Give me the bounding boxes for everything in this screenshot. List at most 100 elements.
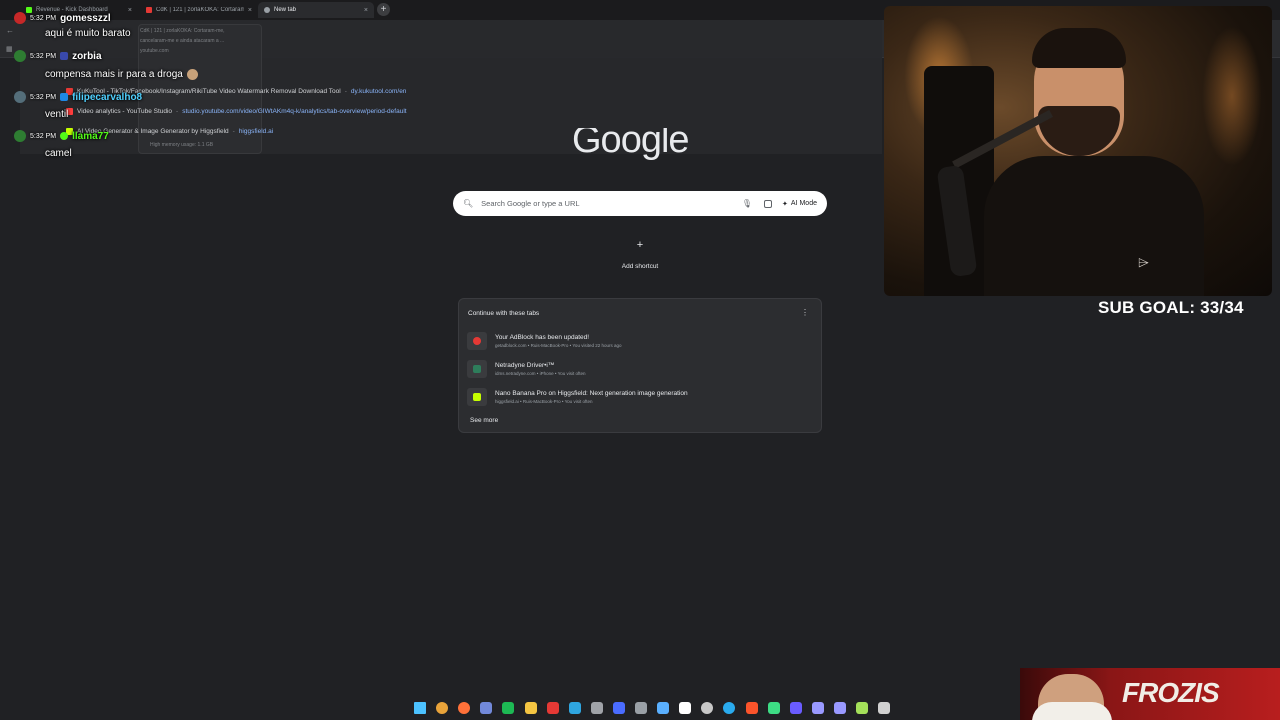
chat-username: llama77 — [72, 130, 109, 142]
youtube-icon — [146, 7, 152, 13]
shirt-logo-icon: ⌲ — [1138, 254, 1149, 270]
brave-icon[interactable] — [745, 702, 758, 714]
avatar — [14, 91, 26, 103]
suggestion-url: higgsfield.ai — [238, 128, 274, 135]
continue-tab-title: Nano Banana Pro on Higgsfield: Next gene… — [495, 390, 688, 397]
continue-tab-item[interactable]: Your AdBlock has been updated! getadbloc… — [467, 329, 815, 353]
tab-new-tab[interactable]: New tab × — [258, 2, 374, 18]
emote-icon — [186, 69, 198, 80]
chat-message: ventil — [45, 109, 68, 120]
streamer-hair — [1032, 28, 1126, 68]
continue-tab-item[interactable]: Nano Banana Pro on Higgsfield: Next gene… — [467, 385, 815, 409]
chrome-icon[interactable] — [436, 702, 449, 714]
chat-text: camel — [45, 148, 72, 159]
ai-mode-button[interactable]: ✦ AI Mode — [782, 200, 817, 208]
app-icon[interactable] — [590, 702, 603, 714]
chat-message: 5:32 PM llama77 — [14, 130, 109, 142]
add-shortcut-button[interactable]: + Add shortcut — [612, 234, 668, 278]
chat-message: camel — [45, 148, 72, 159]
more-options-icon[interactable]: ⋮ — [801, 308, 809, 317]
search-box[interactable]: 🔍︎ 🎙︎ ✦ AI Mode — [453, 191, 827, 216]
google-logo: Google — [572, 128, 689, 168]
media-icon[interactable] — [612, 702, 625, 714]
app-icon[interactable] — [546, 702, 559, 714]
subscriber-badge-icon — [60, 132, 69, 140]
see-more-link[interactable]: See more — [470, 417, 498, 424]
omnibox-suggestion[interactable]: Video analytics - YouTube Studio - studi… — [66, 108, 407, 115]
separator: - — [344, 88, 347, 95]
suggestion-url: dy.kukutool.com/en — [350, 88, 407, 95]
chat-message: compensa mais ir para a droga — [45, 69, 198, 80]
hover-card-memory: High memory usage: 1.1 GB — [150, 142, 214, 148]
chat-username: filipecarvalho8 — [72, 91, 143, 103]
brand-logo: FROZIS — [1122, 677, 1220, 708]
close-icon[interactable]: × — [128, 7, 132, 14]
separator: - — [232, 128, 235, 135]
premiere-icon[interactable] — [811, 702, 824, 714]
chat-message: 5:32 PM zorbia — [14, 50, 102, 62]
continue-tab-item[interactable]: Netradyne Driver•i™ idms.netradyne.com •… — [467, 357, 815, 381]
hover-card-title: CdK | 121 | zorlaKOKA: Cortaram-me, — [140, 28, 225, 34]
google-lens-icon[interactable] — [764, 199, 773, 208]
streamer-body — [984, 156, 1204, 296]
chat-message: aqui é muito barato — [45, 28, 131, 39]
hover-card-host: youtube.com — [140, 48, 169, 54]
brand-banner: FROZIS — [1020, 668, 1280, 720]
close-icon[interactable]: × — [248, 7, 252, 14]
continue-tab-title: Netradyne Driver•i™ — [495, 362, 555, 369]
subscriber-badge-icon — [60, 52, 69, 60]
avatar — [14, 12, 26, 24]
avatar — [14, 50, 26, 62]
app-icon[interactable] — [657, 702, 670, 714]
chat-text: aqui é muito barato — [45, 28, 131, 39]
chat-text: compensa mais ir para a droga — [45, 69, 183, 80]
google-logo-text: Google — [572, 128, 689, 161]
tab-title: New tab — [274, 7, 297, 13]
separator: - — [176, 108, 179, 115]
chat-username: gomesszzl — [60, 12, 111, 24]
ai-mode-icon: ✦ — [782, 200, 788, 208]
new-tab-button[interactable]: + — [377, 3, 390, 16]
app-icon[interactable] — [635, 702, 647, 714]
after-effects-icon[interactable] — [833, 702, 846, 714]
file-explorer-icon[interactable] — [524, 702, 537, 714]
adblock-icon — [467, 332, 487, 350]
vpn-icon[interactable] — [789, 702, 802, 714]
back-icon[interactable]: ← — [6, 26, 14, 35]
continue-tab-title: Your AdBlock has been updated! — [495, 334, 590, 341]
tab-youtube-video[interactable]: CdK | 121 | zorlaKOKA: Cortaram- × — [140, 2, 258, 18]
search-icon: 🔍︎ — [463, 199, 474, 208]
chat-message: 5:32 PM gomesszzl — [14, 12, 111, 24]
avatar — [14, 130, 26, 142]
close-icon[interactable]: × — [364, 7, 368, 14]
edge-icon[interactable] — [568, 702, 581, 714]
chat-username: zorbia — [72, 50, 102, 62]
apps-icon[interactable]: ▦ — [6, 45, 13, 53]
app-icon[interactable] — [767, 702, 780, 714]
screen: Revenue - Kick Dashboard × CdK | 121 | z… — [0, 0, 1280, 720]
capcut-icon[interactable] — [679, 702, 692, 714]
suggestion-title: Video analytics - YouTube Studio — [77, 108, 173, 115]
ai-mode-label: AI Mode — [790, 200, 817, 207]
brand-person-shirt — [1032, 702, 1112, 720]
microphone-icon[interactable]: 🎙︎ — [742, 199, 752, 208]
discord-icon[interactable] — [480, 702, 493, 714]
continue-tab-subtitle: higgsfield.ai • Ruis-MacBook-Pro • You v… — [495, 399, 593, 404]
chat-timestamp: 5:32 PM — [30, 93, 57, 101]
chat-timestamp: 5:32 PM — [30, 52, 57, 60]
continue-tab-subtitle: getadblock.com • Ruis-MacBook-Pro • You … — [495, 343, 622, 348]
webcam-feed: ⌲ — [884, 6, 1272, 296]
suggestion-url: studio.youtube.com/video/GIWtAKm4q-k/ana… — [182, 108, 407, 115]
tab-title: CdK | 121 | zorlaKOKA: Cortaram- — [156, 7, 244, 13]
higgsfield-icon — [467, 388, 487, 406]
spotify-icon[interactable] — [502, 702, 515, 714]
subscriber-badge-icon — [60, 93, 69, 101]
chat-timestamp: 5:32 PM — [30, 14, 57, 22]
add-shortcut-label: Add shortcut — [621, 263, 659, 270]
windows-start-icon[interactable] — [414, 702, 426, 714]
search-input[interactable] — [481, 199, 742, 208]
app-icon[interactable] — [856, 702, 868, 714]
chat-message: 5:32 PM filipecarvalho8 — [14, 91, 142, 103]
app-icon[interactable] — [878, 702, 891, 714]
chat-text: ventil — [45, 109, 69, 120]
